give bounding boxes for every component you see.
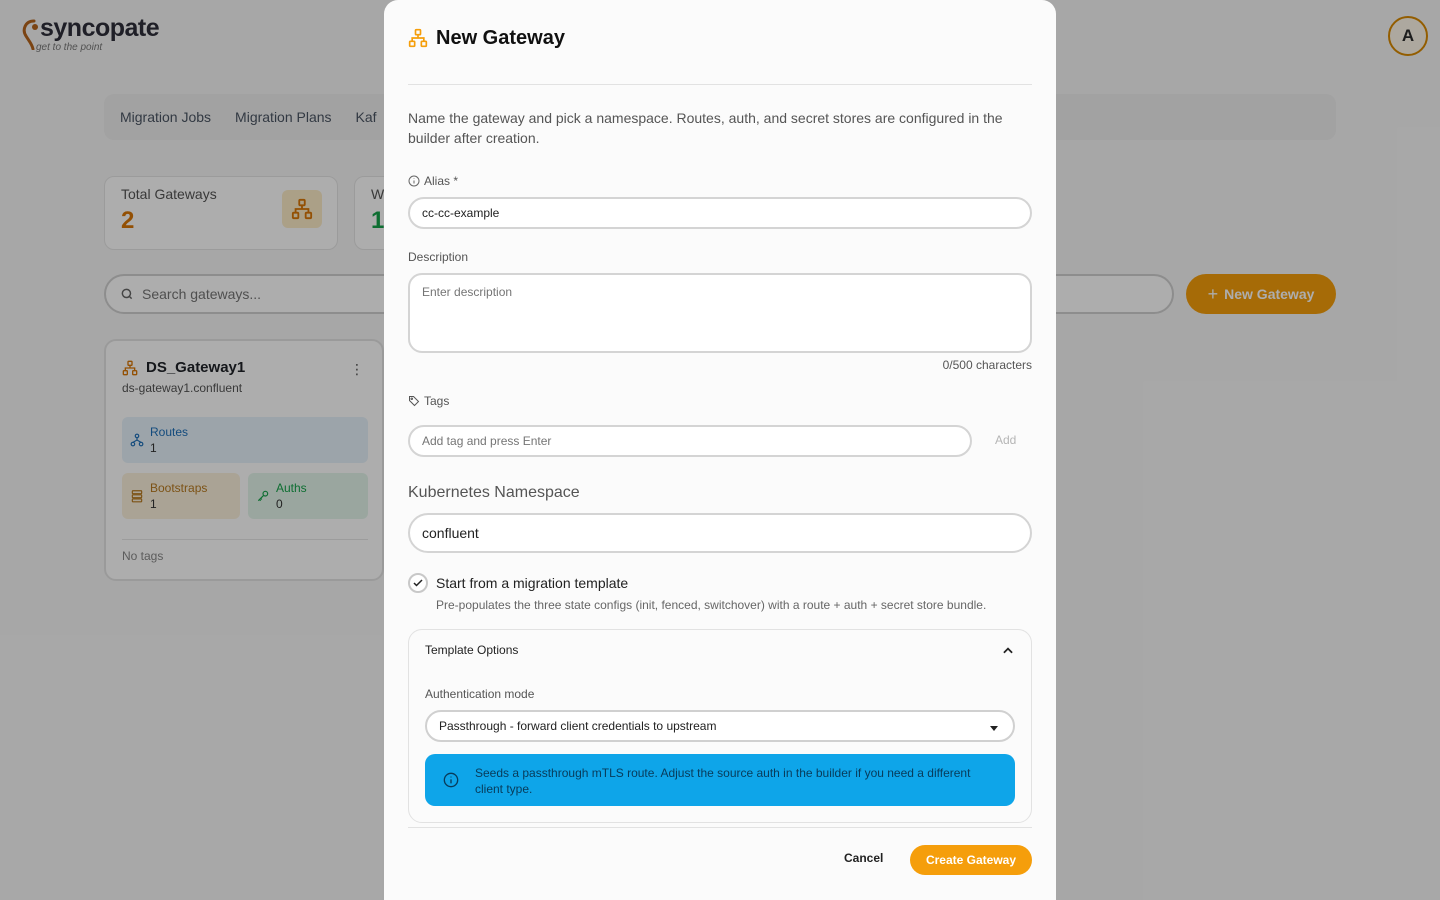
gateway-icon [408, 28, 428, 48]
template-options-panel: Template Options Authentication mode Pas… [408, 629, 1032, 823]
migration-template-description: Pre-populates the three state configs (i… [436, 598, 987, 612]
tag-input[interactable] [408, 425, 972, 457]
check-icon [413, 579, 423, 587]
description-textarea[interactable] [408, 273, 1032, 353]
migration-template-checkbox[interactable] [408, 573, 428, 593]
footer-divider [408, 827, 1032, 828]
new-gateway-modal: New Gateway Name the gateway and pick a … [384, 0, 1056, 900]
cancel-button[interactable]: Cancel [844, 851, 883, 865]
modal-title: New Gateway [436, 27, 565, 49]
namespace-label: Kubernetes Namespace [408, 484, 580, 501]
alias-label: Alias * [408, 174, 458, 188]
header-divider [408, 84, 1032, 85]
tags-label-text: Tags [424, 394, 450, 408]
modal-intro: Name the gateway and pick a namespace. R… [408, 110, 1003, 146]
description-label: Description [408, 250, 468, 264]
add-tag-button[interactable]: Add [995, 433, 1016, 447]
description-label-text: Description [408, 250, 469, 264]
chevron-up-icon[interactable] [1001, 644, 1015, 658]
auth-mode-select[interactable]: Passthrough - forward client credentials… [425, 710, 1015, 742]
info-icon [443, 772, 459, 788]
auth-mode-label: Authentication mode [425, 687, 535, 701]
migration-template-label[interactable]: Start from a migration template [436, 575, 628, 591]
caret-down-icon [990, 726, 998, 731]
create-gateway-button[interactable]: Create Gateway [910, 845, 1032, 875]
template-info-alert: Seeds a passthrough mTLS route. Adjust t… [425, 754, 1015, 806]
info-icon [408, 175, 420, 187]
namespace-input[interactable] [408, 513, 1032, 553]
description-char-count: 0/500 characters [942, 358, 1032, 372]
tag-icon [409, 396, 420, 407]
alias-input[interactable] [408, 197, 1032, 229]
auth-mode-value: Passthrough - forward client credentials… [439, 719, 717, 733]
tags-label: Tags [408, 394, 449, 408]
template-options-title[interactable]: Template Options [425, 643, 518, 657]
template-info-text: Seeds a passthrough mTLS route. Adjust t… [475, 766, 971, 796]
alias-label-text: Alias * [424, 174, 459, 188]
